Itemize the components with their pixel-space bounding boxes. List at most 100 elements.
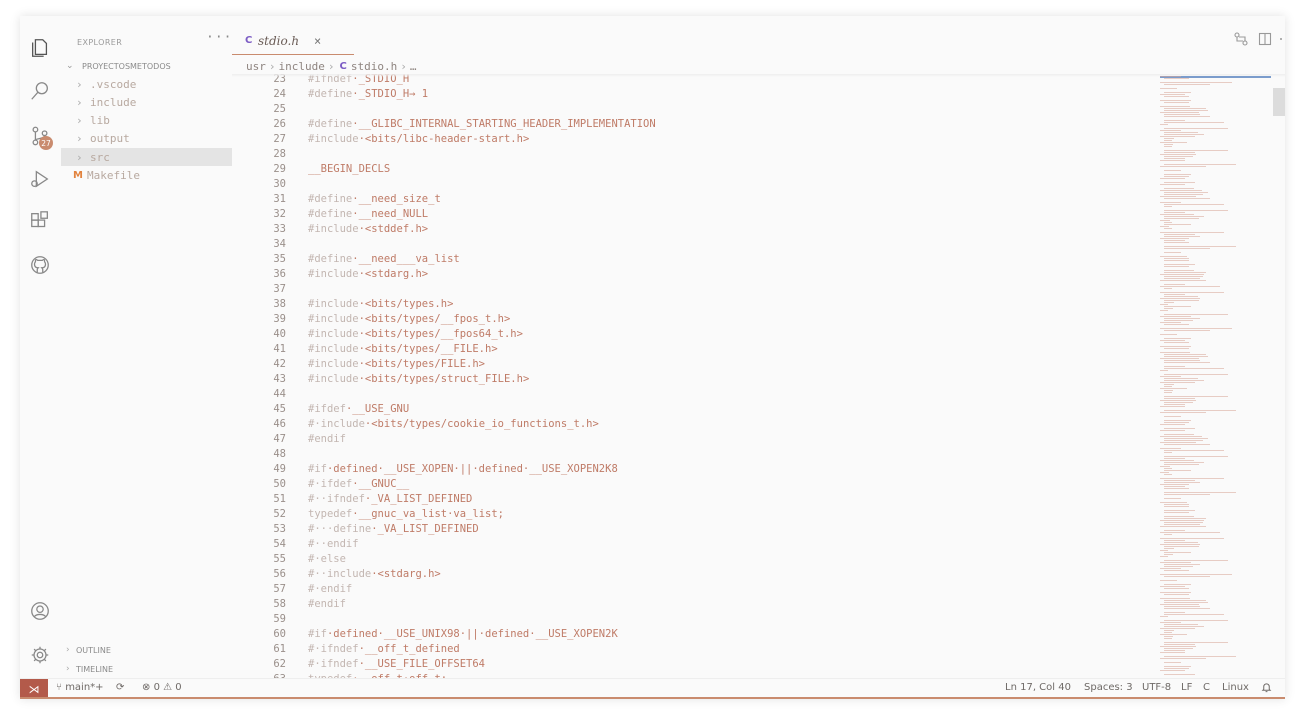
minimap-line — [1164, 152, 1196, 153]
minimap-line — [1160, 304, 1168, 305]
minimap-line — [1164, 288, 1172, 289]
cursor-position[interactable]: Ln 17, Col 40 — [1005, 682, 1071, 693]
code-line: 62 #·ifndef·__USE_FILE_OFFSET64 — [232, 657, 1152, 672]
search-icon[interactable] — [28, 79, 52, 103]
code-editor[interactable]: 23 #ifndef·_STDIO_H 24 #define·_STDIO_H→ 12… — [232, 72, 1152, 678]
vertical-scrollbar[interactable] — [1273, 88, 1285, 116]
more-actions-icon[interactable]: ··· — [206, 30, 232, 45]
minimap-line — [1160, 382, 1196, 383]
breadcrumb-item[interactable]: stdio.h — [351, 60, 397, 73]
minimap-line — [1164, 324, 1189, 325]
workspace-folder[interactable]: ⌄ PROYECTOSMETODOS — [60, 58, 171, 74]
minimap-line — [1164, 192, 1209, 193]
chevron-right-icon: › — [327, 59, 335, 73]
minimap-line — [1160, 334, 1177, 335]
minimap-line — [1164, 146, 1172, 147]
minimap-line — [1164, 512, 1189, 513]
branch-status[interactable]: ⑂ main*+ — [56, 682, 104, 693]
minimap-line — [1164, 252, 1181, 253]
tree-item-makefile[interactable]: M Makefile — [61, 166, 232, 184]
minimap-line — [1164, 204, 1224, 205]
minimap-line — [1164, 260, 1189, 261]
minimap-line — [1164, 398, 1196, 399]
tree-item-label: src — [90, 150, 110, 164]
error-icon: ⊗ — [142, 682, 151, 693]
minimap-line — [1160, 82, 1232, 83]
encoding[interactable]: UTF-8 — [1142, 682, 1171, 693]
code-line: 38 #include·<bits/types.h> — [232, 297, 1152, 312]
code-text: #include·<bits/types.h> — [308, 298, 454, 310]
minimap-line — [1160, 568, 1181, 569]
minimap-line — [1160, 460, 1194, 461]
split-editor-icon[interactable] — [1258, 32, 1272, 50]
settings-gear-icon[interactable] — [28, 643, 52, 667]
minimap-line — [1164, 362, 1210, 363]
tree-item-src[interactable]: › src — [61, 148, 232, 166]
line-number: 55 — [273, 553, 286, 565]
tree-item-label: include — [90, 95, 137, 109]
language-mode[interactable]: C — [1203, 682, 1210, 693]
minimap-line — [1160, 154, 1197, 155]
code-line: 56 #··include·<stdarg.h> — [232, 567, 1152, 582]
minimap-line — [1164, 402, 1193, 403]
remote-icon[interactable]: ⋊ — [20, 679, 48, 699]
minimap-line — [1164, 210, 1228, 211]
sync-icon[interactable]: ⟳ — [116, 682, 124, 693]
tree-item-output[interactable]: › output — [61, 129, 232, 147]
minimap-line — [1160, 430, 1185, 431]
chevron-down-icon: ⌄ — [66, 61, 74, 71]
problems-status[interactable]: ⊗ 0 ⚠ 0 — [142, 682, 182, 693]
bell-icon[interactable] — [1261, 682, 1272, 696]
minimap-line — [1160, 238, 1189, 239]
minimap-line — [1164, 662, 1181, 663]
minimap-line — [1160, 280, 1206, 281]
minimap-line — [1164, 158, 1185, 159]
minimap-line — [1160, 184, 1185, 185]
minimap-line — [1160, 130, 1181, 131]
tree-item-vscode[interactable]: › .vscode — [61, 75, 232, 93]
editor-more-icon[interactable] — [1279, 32, 1285, 50]
breadcrumb-item[interactable]: usr — [246, 60, 266, 73]
tree-item-include[interactable]: › include — [61, 93, 232, 111]
minimap-line — [1160, 466, 1171, 467]
breadcrumb-item[interactable]: … — [410, 60, 417, 73]
explorer-icon[interactable] — [28, 36, 52, 60]
code-text: #define·__need_size_t — [308, 193, 441, 205]
timeline-section[interactable]: › TIMELINE — [60, 661, 113, 677]
run-debug-icon[interactable] — [28, 167, 52, 191]
extensions-icon[interactable] — [28, 209, 52, 233]
line-number: 56 — [273, 568, 286, 580]
code-line: 26 #define·__GLIBC_INTERNAL_STARTING_HEAD… — [232, 117, 1152, 132]
minimap-line — [1160, 628, 1196, 629]
minimap-line — [1160, 520, 1205, 521]
os-label[interactable]: Linux — [1222, 682, 1249, 693]
github-icon[interactable] — [28, 253, 52, 277]
line-number: 40 — [273, 328, 286, 340]
branch-label: main*+ — [65, 682, 104, 693]
code-line: 34 — [232, 237, 1152, 252]
minimap-line — [1160, 652, 1185, 653]
minimap-line — [1164, 392, 1172, 393]
minimap-line — [1164, 236, 1201, 237]
code-line: 60 #if·defined·__USE_UNIX98·||·defined·__… — [232, 627, 1152, 642]
outline-section[interactable]: › OUTLINE — [60, 642, 111, 658]
minimap-line — [1164, 242, 1189, 243]
indentation[interactable]: Spaces: 3 — [1084, 682, 1133, 693]
minimap-line — [1160, 298, 1201, 299]
status-bar: ⋊ ⑂ main*+ ⟳ ⊗ 0 ⚠ 0 Ln 17, Col 40 Space… — [20, 678, 1285, 699]
chevron-right-icon: › — [268, 59, 276, 73]
close-icon[interactable]: × — [314, 34, 321, 48]
code-text: #·include·<bits/types/cookie_io_function… — [308, 418, 599, 430]
breadcrumb-item[interactable]: include — [279, 60, 325, 73]
open-changes-icon[interactable] — [1234, 32, 1248, 50]
minimap[interactable] — [1160, 76, 1270, 676]
minimap-line — [1164, 390, 1174, 391]
tab-stdio-h[interactable]: C stdio.h × — [232, 16, 354, 55]
tree-item-lib[interactable]: › lib — [61, 111, 232, 129]
code-line: 55 #·else — [232, 552, 1152, 567]
minimap-line — [1160, 106, 1190, 107]
minimap-line — [1164, 480, 1196, 481]
account-icon[interactable] — [28, 599, 52, 623]
minimap-line — [1164, 554, 1174, 555]
eol[interactable]: LF — [1181, 682, 1192, 693]
